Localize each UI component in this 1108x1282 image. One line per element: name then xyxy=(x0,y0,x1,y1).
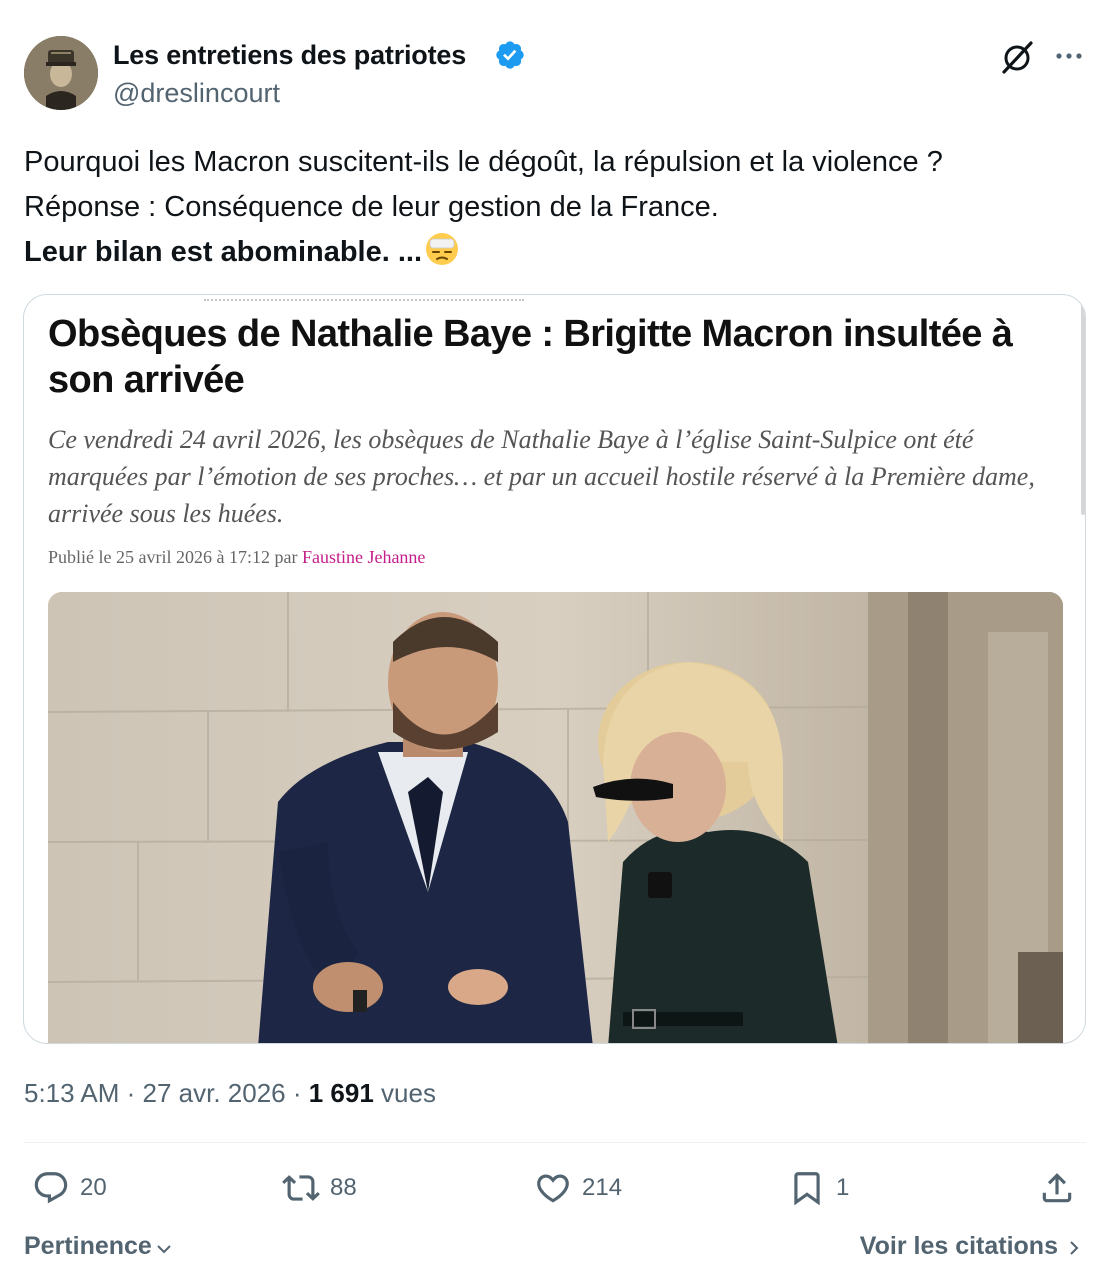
author-display-name[interactable]: Les entretiens des patriotes xyxy=(113,38,466,72)
reply-count: 20 xyxy=(80,1174,107,1201)
reply-icon xyxy=(34,1172,68,1204)
tweet-line-2: Réponse : Conséquence de leur gestion de… xyxy=(24,191,719,223)
tweet-line-3-text: Leur bilan est abominable. ... xyxy=(24,236,423,268)
grok-icon[interactable] xyxy=(998,38,1036,76)
tweet-meta: 5:13 AM · 27 avr. 2026 · 1 691 vues xyxy=(24,1076,436,1110)
meta-separator: · xyxy=(119,1078,143,1108)
meta-separator: · xyxy=(285,1078,309,1108)
tweet-time[interactable]: 5:13 AM xyxy=(24,1078,119,1108)
tweet-line-1: Pourquoi les Macron suscitent-ils le dég… xyxy=(24,146,943,178)
screenshot-scrollbar xyxy=(1081,295,1085,515)
article-lede: Ce vendredi 24 avril 2026, les obsèques … xyxy=(48,425,1035,528)
verified-badge-icon[interactable] xyxy=(494,39,526,71)
heart-icon xyxy=(537,1174,569,1203)
cropped-text-remnant xyxy=(204,295,524,301)
chevron-down-icon xyxy=(157,1244,171,1253)
author-handle[interactable]: @dreslincourt xyxy=(113,77,280,109)
article-byline: Publié le 25 avril 2026 à 17:12 par Faus… xyxy=(48,547,425,568)
bookmark-button[interactable]: 1 xyxy=(788,1168,849,1208)
retweet-button[interactable]: 88 xyxy=(282,1168,357,1208)
like-button[interactable]: 214 xyxy=(534,1168,622,1208)
divider xyxy=(24,1142,1086,1143)
tweet-text: Pourquoi les Macron suscitent-ils le dég… xyxy=(24,140,1094,275)
sort-label: Pertinence xyxy=(24,1232,152,1260)
chevron-right-icon xyxy=(1070,1240,1079,1255)
share-button[interactable] xyxy=(1038,1168,1076,1208)
bookmark-count: 1 xyxy=(836,1174,850,1201)
bookmark-icon xyxy=(794,1172,820,1206)
unamused-face-icon xyxy=(426,233,459,265)
author-avatar[interactable] xyxy=(24,36,98,110)
quotes-label: Voir les citations xyxy=(859,1232,1058,1260)
like-count: 214 xyxy=(582,1174,623,1201)
article-photo xyxy=(48,592,1063,1043)
tweet-date[interactable]: 27 avr. 2026 xyxy=(143,1078,286,1108)
media-card[interactable]: Obsèques de Nathalie Baye : Brigitte Mac… xyxy=(23,294,1086,1044)
share-icon xyxy=(1042,1173,1072,1203)
retweet-icon xyxy=(282,1175,320,1201)
article-headline: Obsèques de Nathalie Baye : Brigitte Mac… xyxy=(48,313,1013,401)
more-icon[interactable] xyxy=(1052,42,1086,70)
view-quotes-link[interactable]: Voir les citations xyxy=(860,1232,1084,1261)
avatar-portrait xyxy=(24,36,98,110)
views-label: vues xyxy=(373,1078,436,1108)
views-count: 1 691 xyxy=(308,1078,374,1108)
funeral-arrival-photo xyxy=(48,592,1063,1043)
retweet-count: 88 xyxy=(330,1174,357,1201)
tweet-line-3: Leur bilan est abominable. ... xyxy=(24,230,1094,275)
byline-prefix: Publié le 25 avril 2026 à 17:12 par xyxy=(48,547,298,567)
byline-author: Faustine Jehanne xyxy=(301,547,426,567)
reply-button[interactable]: 20 xyxy=(32,1168,107,1208)
sort-dropdown[interactable]: Pertinence xyxy=(24,1232,174,1261)
